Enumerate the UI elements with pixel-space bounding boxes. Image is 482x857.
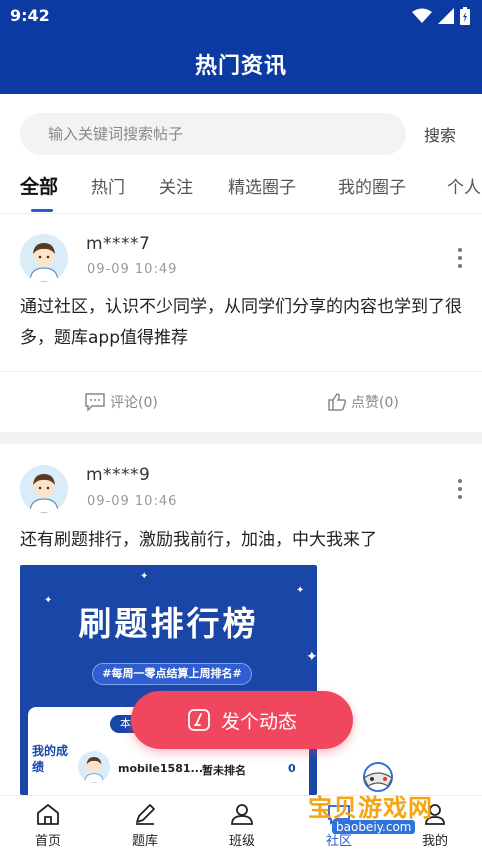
comment-button[interactable]: 评论(0) bbox=[84, 392, 158, 412]
user-avatar-icon bbox=[78, 751, 110, 783]
pencil-icon bbox=[136, 804, 155, 825]
tab-my-circles[interactable]: 我的圈子 bbox=[338, 173, 406, 198]
post-username[interactable]: m****9 bbox=[86, 465, 150, 485]
category-tabs: 全部 热门 关注 精选圈子 我的圈子 个人 bbox=[0, 170, 482, 214]
wifi-icon bbox=[412, 8, 432, 23]
sparkle-icon: ✦ bbox=[296, 585, 305, 596]
avatar[interactable] bbox=[20, 465, 68, 513]
top-bar: 9:42 热门资讯 bbox=[0, 0, 482, 94]
tab-personal[interactable]: 个人 bbox=[447, 173, 481, 198]
signal-icon bbox=[438, 8, 454, 24]
status-bar: 9:42 bbox=[0, 0, 482, 32]
search-box bbox=[20, 113, 406, 155]
status-icons bbox=[412, 6, 470, 26]
search-button[interactable]: 搜索 bbox=[424, 122, 456, 146]
promo-rank: 暂未排名 bbox=[202, 764, 246, 777]
post-time: 09-09 10:46 bbox=[87, 494, 178, 509]
post-content: 通过社区，认识不少同学，从同学们分享的内容也学到了很多，题库app值得推荐 bbox=[20, 297, 462, 348]
post-content: 还有刷题排行，激励我前行，加油，中大我来了 bbox=[20, 530, 377, 550]
post-separator bbox=[0, 432, 482, 444]
post-image[interactable]: ✦ ✦ ✦ ✦ 刷题排行榜 #每周一零点结算上周排名# 本 我的成绩 mobil… bbox=[20, 565, 317, 795]
comment-label: 评论(0) bbox=[110, 395, 158, 411]
post-time: 09-09 10:49 bbox=[87, 262, 178, 277]
promo-avatar bbox=[78, 751, 110, 783]
tab-hot[interactable]: 热门 bbox=[91, 173, 125, 198]
nav-class-label: 班级 bbox=[228, 834, 255, 849]
more-options-icon[interactable] bbox=[452, 246, 468, 270]
thumbs-up-icon bbox=[328, 393, 347, 411]
tab-all[interactable]: 全部 bbox=[20, 172, 58, 199]
promo-subtitle: #每周一零点结算上周排名# bbox=[92, 663, 252, 685]
watermark-text: 宝贝游戏网 bbox=[308, 794, 433, 822]
tab-featured-circles[interactable]: 精选圈子 bbox=[228, 173, 296, 198]
post-username[interactable]: m****7 bbox=[86, 234, 150, 254]
tab-follow[interactable]: 关注 bbox=[159, 173, 193, 198]
promo-my-score-label: 我的成绩 bbox=[32, 744, 69, 774]
avatar[interactable] bbox=[20, 234, 68, 282]
nav-question-bank[interactable]: 题库 bbox=[115, 802, 175, 849]
watermark: 宝贝游戏网 baobeiy.com bbox=[304, 760, 454, 840]
home-icon bbox=[37, 804, 59, 825]
search-input[interactable] bbox=[20, 113, 406, 155]
class-icon bbox=[231, 804, 253, 825]
watermark-url: baobeiy.com bbox=[332, 820, 416, 834]
page-title: 热门资讯 bbox=[194, 54, 287, 79]
promo-username: mobile1581... bbox=[118, 762, 204, 775]
post-new-button[interactable]: 发个动态 bbox=[131, 691, 353, 749]
user-avatar-icon bbox=[20, 234, 68, 282]
promo-score: 0 bbox=[288, 762, 296, 775]
edit-icon bbox=[188, 709, 210, 731]
sparkle-icon: ✦ bbox=[306, 649, 317, 665]
divider bbox=[0, 371, 482, 372]
tab-indicator bbox=[31, 209, 53, 212]
comment-icon bbox=[85, 393, 105, 412]
nav-home[interactable]: 首页 bbox=[18, 802, 78, 849]
status-time: 9:42 bbox=[10, 6, 50, 25]
more-options-icon[interactable] bbox=[452, 477, 468, 501]
nav-question-bank-label: 题库 bbox=[131, 834, 158, 849]
nav-class[interactable]: 班级 bbox=[212, 802, 272, 849]
app-screen: 9:42 热门资讯 搜索 全部 热门 关注 精选圈子 我的圈子 个人 bbox=[0, 0, 482, 857]
user-avatar-icon bbox=[20, 465, 68, 513]
sparkle-icon: ✦ bbox=[140, 571, 149, 582]
like-button[interactable]: 点赞(0) bbox=[327, 392, 399, 412]
like-label: 点赞(0) bbox=[351, 395, 399, 411]
post-new-label: 发个动态 bbox=[220, 710, 297, 733]
nav-home-label: 首页 bbox=[34, 834, 61, 849]
battery-icon bbox=[460, 7, 470, 25]
promo-title: 刷题排行榜 bbox=[78, 604, 259, 643]
